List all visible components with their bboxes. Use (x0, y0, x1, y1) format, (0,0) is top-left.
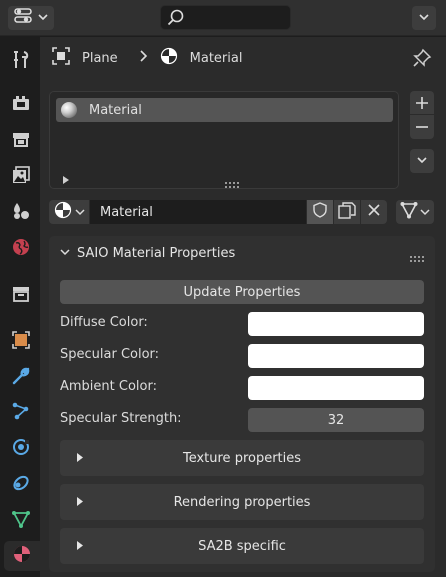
chevron-down-icon (38, 10, 48, 28)
drag-grip-icon[interactable] (409, 251, 425, 266)
shield-icon (312, 202, 328, 222)
camera-back-icon (11, 93, 31, 117)
constraint-icon (11, 473, 31, 497)
tab-collection[interactable] (4, 281, 38, 311)
material-selector: Material (49, 200, 387, 224)
specular-strength-field[interactable]: 32 (248, 408, 424, 432)
wrench-icon (11, 366, 31, 390)
header-bar (0, 0, 446, 36)
chevron-down-icon (416, 154, 428, 169)
tab-particles[interactable] (4, 398, 38, 428)
scene-shapes-icon (11, 201, 31, 225)
search-icon (167, 9, 185, 31)
material-icon (160, 47, 178, 69)
slot-specials-button[interactable] (410, 149, 434, 173)
tab-modifiers[interactable] (4, 363, 38, 393)
editor-type-dropdown[interactable] (8, 6, 54, 30)
tab-output[interactable] (4, 126, 38, 156)
material-name-field[interactable]: Material (90, 200, 306, 224)
duplicate-icon (338, 201, 356, 223)
pin-icon[interactable] (412, 48, 432, 72)
tab-data[interactable] (4, 506, 38, 536)
triangle-right-icon (76, 540, 84, 555)
diffuse-color-label: Diffuse Color: (60, 315, 148, 330)
material-icon (54, 201, 72, 223)
duplicate-material-button[interactable] (334, 200, 360, 224)
ambient-color-field[interactable] (248, 376, 424, 400)
search-field[interactable] (160, 5, 291, 30)
list-item[interactable]: Material (56, 98, 393, 122)
chevron-down-icon (420, 205, 430, 223)
particles-icon (11, 401, 31, 425)
triangle-right-icon (76, 452, 84, 467)
unlink-material-button[interactable] (361, 200, 387, 224)
mesh-data-icon (11, 509, 31, 533)
browse-material-button[interactable] (49, 200, 89, 224)
subpanel-label: SA2B specific (198, 538, 286, 554)
properties-editor-icon (14, 8, 34, 28)
object-frame-icon (52, 47, 70, 69)
fake-user-button[interactable] (307, 200, 333, 224)
subpanel-sa2b-specific[interactable]: SA2B specific (60, 528, 424, 564)
diffuse-color-field[interactable] (248, 312, 424, 336)
material-slot-list[interactable]: Material (49, 91, 399, 189)
panel-title: SAIO Material Properties (77, 245, 236, 261)
tab-world[interactable] (4, 234, 38, 264)
properties-main: Plane Material Material Material SAIO Ma… (40, 37, 446, 577)
close-icon (367, 203, 381, 221)
panel-header[interactable]: SAIO Material Properties (49, 236, 435, 270)
material-icon (12, 544, 32, 568)
options-dropdown-button[interactable] (412, 6, 436, 30)
specular-color-label: Specular Color: (60, 347, 160, 362)
chevron-right-icon (138, 49, 148, 67)
tab-view-layer[interactable] (4, 162, 38, 192)
subpanel-rendering-properties[interactable]: Rendering properties (60, 484, 424, 520)
tab-physics[interactable] (4, 434, 38, 464)
triangle-right-icon[interactable] (62, 174, 70, 189)
printer-icon (11, 129, 31, 153)
chevron-down-icon (59, 246, 71, 261)
tab-object[interactable] (4, 327, 38, 357)
globe-icon (11, 237, 31, 261)
chevron-down-icon (418, 11, 430, 26)
tab-render[interactable] (4, 90, 38, 120)
wrench-screwdriver-icon (11, 50, 31, 74)
breadcrumb-object: Plane (82, 50, 118, 66)
material-preview-sphere-icon (61, 102, 77, 118)
tab-constraints[interactable] (4, 470, 38, 500)
ambient-color-label: Ambient Color: (60, 379, 157, 394)
remove-slot-button[interactable] (410, 115, 434, 139)
tab-scene[interactable] (4, 198, 38, 228)
tab-material[interactable] (4, 541, 40, 571)
search-input[interactable] (191, 9, 286, 27)
subpanel-label: Texture properties (182, 450, 302, 466)
tab-tool[interactable] (4, 47, 38, 77)
saio-material-panel: SAIO Material Properties Update Properti… (49, 236, 435, 572)
breadcrumb: Plane Material (52, 47, 242, 69)
orange-square-icon (11, 330, 31, 354)
add-slot-button[interactable] (410, 91, 434, 115)
chevron-down-icon (75, 205, 85, 223)
breadcrumb-material: Material (189, 50, 243, 66)
subpanel-label: Rendering properties (173, 494, 311, 510)
physics-icon (11, 437, 31, 461)
image-stack-icon (11, 165, 31, 189)
triangle-right-icon (76, 496, 84, 511)
specular-strength-label: Specular Strength: (60, 411, 182, 426)
link-type-dropdown[interactable] (396, 200, 434, 224)
resize-grip-icon[interactable] (224, 177, 240, 192)
slot-add-remove-group (410, 91, 434, 139)
properties-tab-strip (0, 37, 40, 577)
specular-color-field[interactable] (248, 344, 424, 368)
subpanel-texture-properties[interactable]: Texture properties (60, 440, 424, 476)
box-icon (11, 284, 31, 308)
update-properties-button[interactable]: Update Properties (60, 280, 424, 304)
mesh-data-icon (400, 201, 418, 223)
slot-label: Material (89, 102, 142, 118)
